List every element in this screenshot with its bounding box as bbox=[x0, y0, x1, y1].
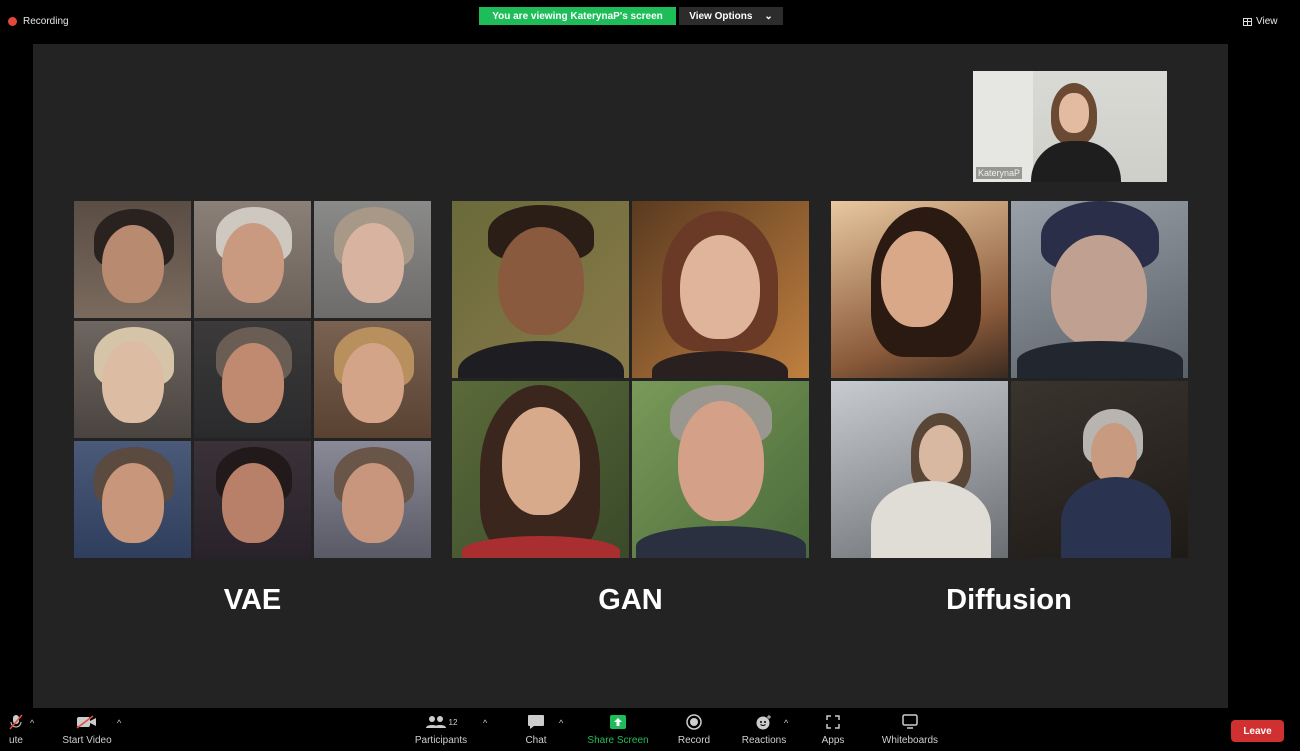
view-options-label: View Options bbox=[689, 10, 753, 22]
vae-face-image bbox=[74, 321, 191, 438]
reactions-icon bbox=[755, 713, 773, 731]
diffusion-face-image bbox=[831, 201, 1008, 378]
video-off-icon bbox=[76, 713, 98, 731]
reactions-options-caret[interactable]: ^ bbox=[784, 718, 788, 728]
participant-name: KaterynaP bbox=[976, 167, 1023, 179]
share-screen-label: Share Screen bbox=[587, 735, 649, 746]
whiteboards-button[interactable]: Whiteboards bbox=[876, 708, 944, 751]
start-video-label: Start Video bbox=[62, 735, 112, 746]
chat-button[interactable]: Chat bbox=[516, 708, 556, 751]
participant-body bbox=[1031, 141, 1121, 182]
gan-image-grid bbox=[452, 201, 809, 558]
grid-view-icon bbox=[1243, 17, 1252, 26]
diffusion-image-grid bbox=[831, 201, 1188, 558]
share-screen-icon bbox=[609, 713, 627, 731]
record-label: Record bbox=[677, 735, 711, 746]
participant-video-thumbnail[interactable]: KaterynaP bbox=[973, 71, 1167, 182]
recording-icon bbox=[8, 17, 17, 26]
meeting-toolbar: ute ^ Start Video ^ 12 Participants ^ Ch… bbox=[0, 708, 1300, 751]
diffusion-label: Diffusion bbox=[946, 584, 1072, 616]
apps-button[interactable]: Apps bbox=[816, 708, 850, 751]
participants-count: 12 bbox=[448, 717, 458, 727]
view-label: View bbox=[1256, 16, 1278, 27]
view-button[interactable]: View bbox=[1243, 16, 1278, 27]
vae-face-image bbox=[314, 441, 431, 558]
recording-indicator[interactable]: Recording bbox=[8, 16, 69, 27]
audio-options-caret[interactable]: ^ bbox=[30, 718, 34, 728]
reactions-label: Reactions bbox=[741, 735, 787, 746]
start-video-button[interactable]: Start Video bbox=[56, 708, 118, 751]
thumbnail-background bbox=[973, 71, 1033, 182]
vae-face-image bbox=[314, 201, 431, 318]
participants-options-caret[interactable]: ^ bbox=[483, 718, 487, 728]
video-options-caret[interactable]: ^ bbox=[117, 718, 121, 728]
diffusion-face-image bbox=[1011, 201, 1188, 378]
chat-icon bbox=[527, 713, 545, 731]
record-icon bbox=[686, 713, 702, 731]
gan-face-image bbox=[452, 201, 629, 378]
chevron-down-icon: ⌄ bbox=[764, 10, 773, 22]
gan-label: GAN bbox=[598, 584, 663, 616]
leave-button[interactable]: Leave bbox=[1231, 720, 1284, 742]
vae-face-image bbox=[314, 321, 431, 438]
gan-face-image bbox=[632, 201, 809, 378]
top-bar: Recording You are viewing KaterynaP's sc… bbox=[0, 0, 1300, 44]
diffusion-face-image bbox=[831, 381, 1008, 558]
microphone-muted-icon bbox=[9, 713, 23, 731]
right-margin bbox=[1228, 44, 1300, 708]
chat-options-caret[interactable]: ^ bbox=[559, 718, 563, 728]
view-options-button[interactable]: View Options ⌄ bbox=[679, 7, 783, 25]
vae-label: VAE bbox=[223, 584, 282, 616]
mute-button[interactable]: ute bbox=[2, 708, 30, 751]
whiteboard-icon bbox=[901, 713, 919, 731]
participants-label: Participants bbox=[414, 735, 468, 746]
gan-face-image bbox=[452, 381, 629, 558]
apps-icon bbox=[825, 713, 841, 731]
apps-label: Apps bbox=[821, 735, 845, 746]
vae-face-image bbox=[194, 441, 311, 558]
vae-image-grid bbox=[74, 201, 431, 558]
vae-face-image bbox=[74, 201, 191, 318]
participant-face bbox=[1059, 93, 1089, 133]
participants-icon: 12 bbox=[425, 713, 458, 731]
vae-face-image bbox=[194, 201, 311, 318]
participants-button[interactable]: 12 Participants bbox=[410, 708, 472, 751]
vae-face-image bbox=[194, 321, 311, 438]
gan-face-image bbox=[632, 381, 809, 558]
diffusion-face-image bbox=[1011, 381, 1188, 558]
record-button[interactable]: Record bbox=[672, 708, 716, 751]
reactions-button[interactable]: Reactions bbox=[738, 708, 790, 751]
recording-label: Recording bbox=[23, 16, 69, 27]
left-margin bbox=[0, 44, 33, 708]
whiteboards-label: Whiteboards bbox=[881, 735, 939, 746]
viewing-screen-banner: You are viewing KaterynaP's screen bbox=[479, 7, 676, 25]
share-screen-button[interactable]: Share Screen bbox=[584, 708, 652, 751]
mute-label: ute bbox=[9, 735, 23, 746]
vae-face-image bbox=[74, 441, 191, 558]
chat-label: Chat bbox=[525, 735, 547, 746]
